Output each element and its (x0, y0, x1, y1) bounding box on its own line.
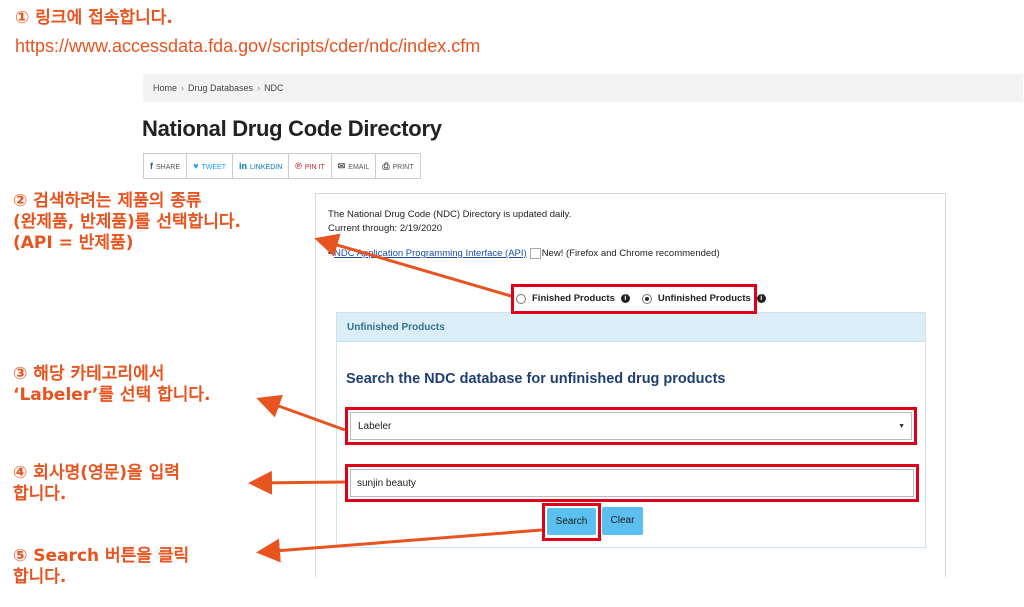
arrow-step5 (256, 528, 543, 563)
arrow-step4 (248, 470, 346, 495)
arrow-step2 (314, 233, 512, 298)
arrow-step3 (256, 394, 346, 432)
annotation-arrows (248, 233, 543, 563)
